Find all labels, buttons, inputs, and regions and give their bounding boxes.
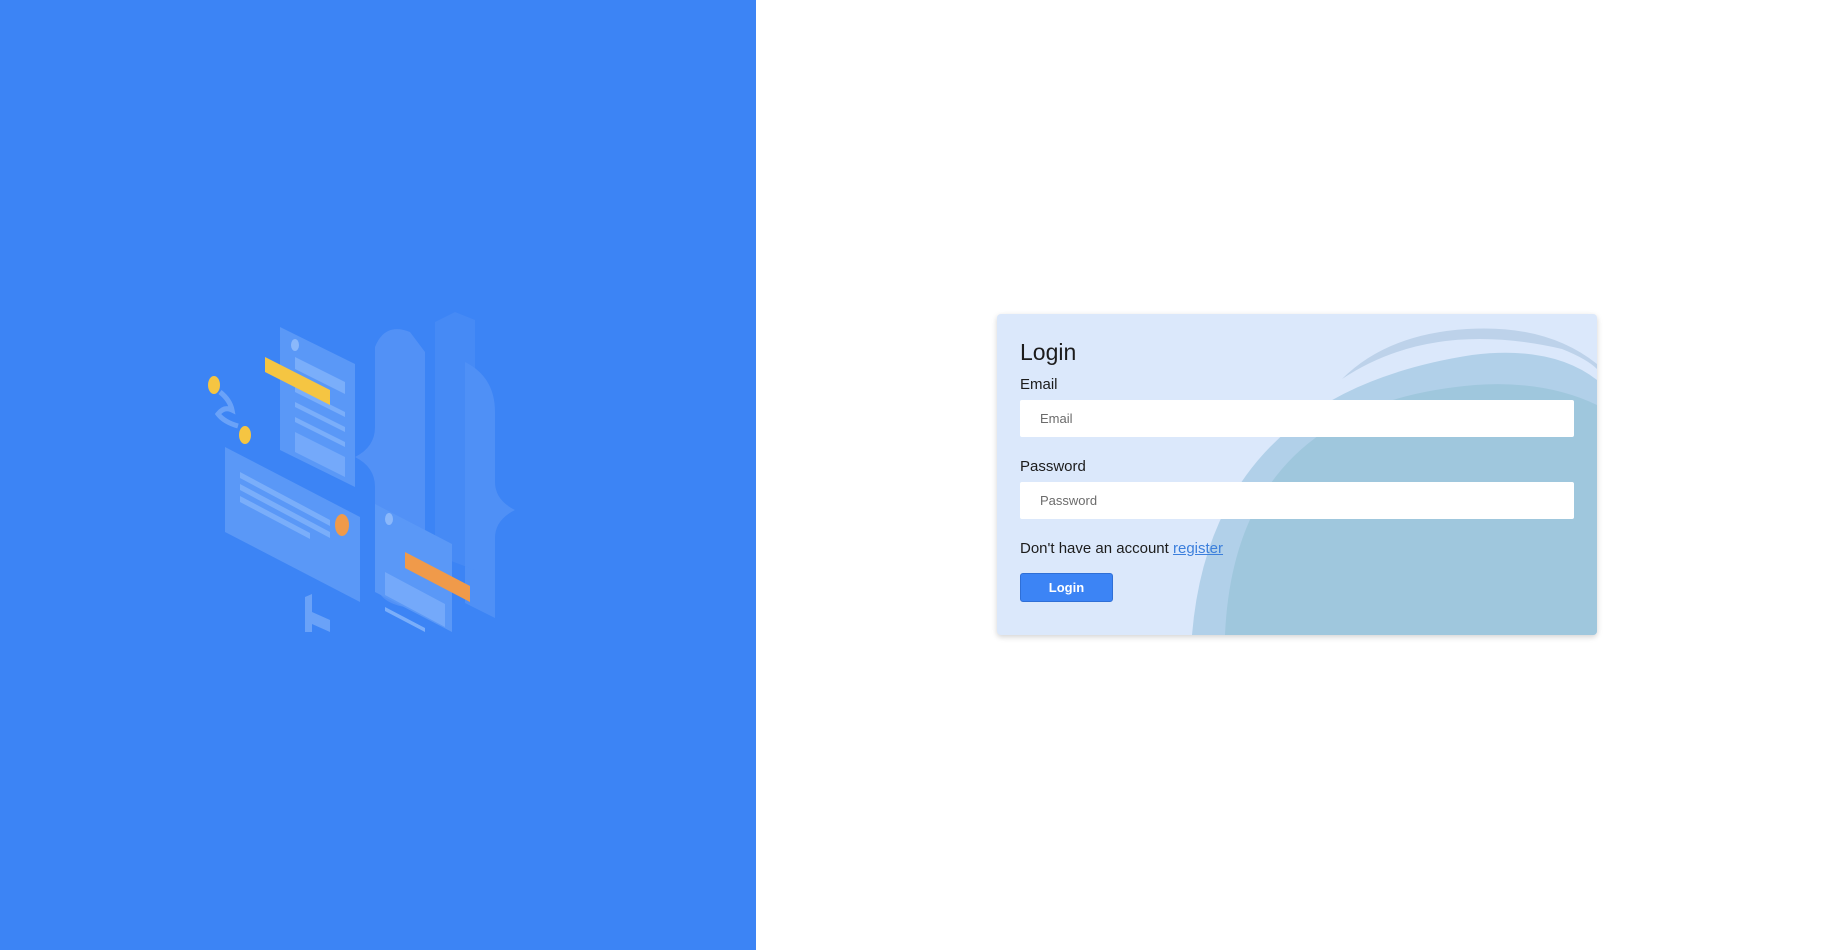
register-link[interactable]: register [1173,540,1223,557]
email-field-group: Email [1020,376,1574,437]
register-prompt-line: Don't have an account register [1020,540,1574,558]
password-label: Password [1020,458,1086,475]
login-page: Login Email Password Don't have an accou… [0,0,1823,950]
right-content-panel: Login Email Password Don't have an accou… [756,0,1823,950]
email-label: Email [1020,376,1058,393]
login-card: Login Email Password Don't have an accou… [997,314,1597,635]
left-brand-panel [0,0,756,950]
register-prompt-text: Don't have an account [1020,540,1169,557]
password-input[interactable] [1020,482,1574,519]
password-field-group: Password [1020,458,1574,519]
code-documents-illustration [208,312,515,632]
login-title: Login [1020,339,1077,365]
login-form: Login Email Password Don't have an accou… [997,314,1597,602]
email-input[interactable] [1020,400,1574,437]
login-button[interactable]: Login [1020,573,1113,602]
